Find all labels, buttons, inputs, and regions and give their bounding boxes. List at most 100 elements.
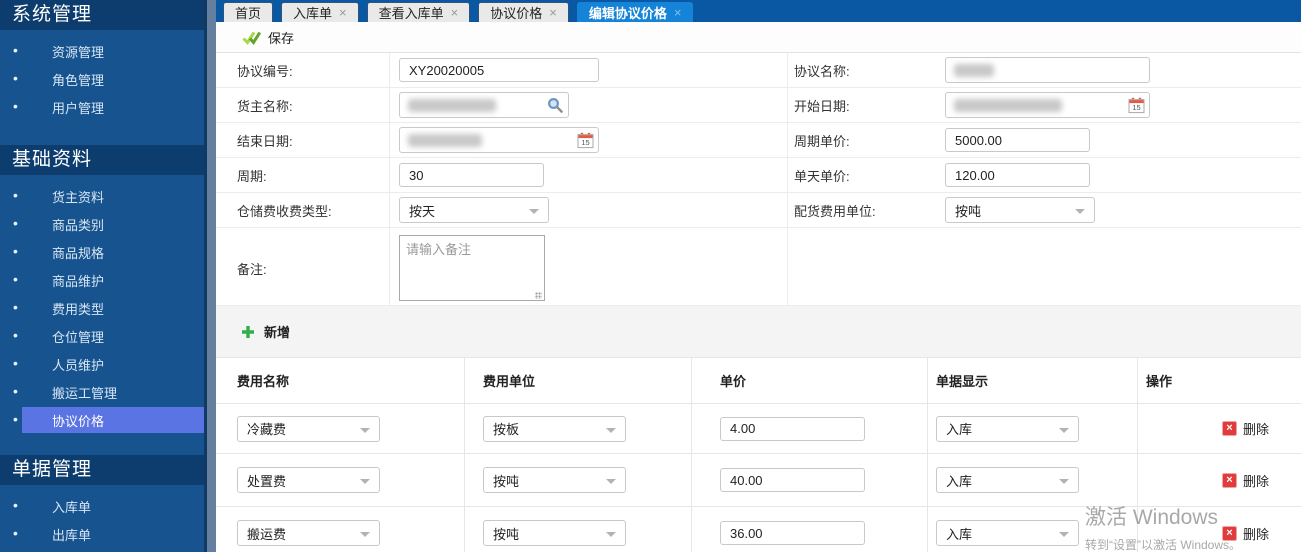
- sidebar-item-goods-maintain[interactable]: •商品维护: [0, 267, 204, 295]
- agreement-no-input[interactable]: [399, 58, 599, 82]
- cycle-label: 周期:: [216, 158, 390, 192]
- agreement-name-input[interactable]: [945, 57, 1150, 83]
- chevron-down-icon: [1059, 479, 1069, 484]
- price-input[interactable]: [720, 468, 865, 492]
- distribution-fee-unit-select[interactable]: 按吨: [945, 197, 1095, 223]
- bullet-icon: •: [13, 243, 18, 259]
- tab-view-inbound-order[interactable]: 查看入库单×: [367, 2, 471, 22]
- chevron-down-icon: [606, 428, 616, 433]
- svg-text:15: 15: [1132, 103, 1140, 112]
- sidebar-item-outbound-order[interactable]: •出库单: [0, 521, 204, 549]
- tab-bar: 首页 入库单× 查看入库单× 协议价格× 编辑协议价格×: [216, 0, 1301, 22]
- chevron-down-icon: [606, 479, 616, 484]
- close-icon[interactable]: ×: [339, 6, 347, 19]
- start-date-label: 开始日期:: [788, 88, 945, 122]
- doc-display-select[interactable]: 入库: [936, 520, 1079, 546]
- bullet-icon: •: [13, 215, 18, 231]
- fee-name-select[interactable]: 冷藏费: [237, 416, 380, 442]
- fee-name-select[interactable]: 处置费: [237, 467, 380, 493]
- fee-unit-select[interactable]: 按吨: [483, 467, 626, 493]
- end-date-input[interactable]: 15: [399, 127, 599, 153]
- tab-agreement-price[interactable]: 协议价格×: [478, 2, 569, 22]
- search-icon[interactable]: [547, 97, 564, 114]
- chevron-down-icon: [1075, 209, 1085, 214]
- delete-x-icon: ×: [1222, 421, 1237, 436]
- sidebar-item-fee-type[interactable]: •费用类型: [0, 295, 204, 323]
- delete-x-icon: ×: [1222, 473, 1237, 488]
- sidebar-section-doc-mgmt[interactable]: 单据管理: [0, 455, 204, 485]
- sidebar-section-system[interactable]: 系统管理: [0, 0, 204, 30]
- col-fee-name: 费用名称: [216, 358, 465, 403]
- main-content: 首页 入库单× 查看入库单× 协议价格× 编辑协议价格× 保存 协议编号: 协议…: [216, 0, 1301, 552]
- tab-home[interactable]: 首页: [223, 2, 273, 22]
- agreement-name-label: 协议名称:: [788, 53, 945, 87]
- col-doc-display: 单据显示: [928, 358, 1138, 403]
- bullet-icon: •: [13, 98, 18, 114]
- close-icon[interactable]: ×: [549, 6, 557, 19]
- sidebar-item-goods-category[interactable]: •商品类别: [0, 211, 204, 239]
- owner-name-label: 货主名称:: [216, 88, 390, 122]
- fee-table-row: 搬运费 按吨 入库 ×删除: [216, 507, 1301, 552]
- delete-button[interactable]: ×删除: [1222, 471, 1269, 490]
- close-icon[interactable]: ×: [451, 6, 459, 19]
- price-input[interactable]: [720, 417, 865, 441]
- bullet-icon: •: [13, 271, 18, 287]
- start-date-input[interactable]: 15: [945, 92, 1150, 118]
- storage-fee-type-label: 仓储费收费类型:: [216, 193, 390, 227]
- fee-unit-select[interactable]: 按吨: [483, 520, 626, 546]
- owner-name-input[interactable]: [399, 92, 569, 118]
- double-check-icon: [242, 30, 261, 45]
- sidebar-section-basic-data[interactable]: 基础资料: [0, 145, 204, 175]
- fee-table-row: 处置费 按吨 入库 ×删除: [216, 454, 1301, 507]
- col-fee-unit: 费用单位: [465, 358, 692, 403]
- bullet-icon: •: [13, 411, 18, 427]
- sidebar-item-bin-mgmt[interactable]: •仓位管理: [0, 323, 204, 351]
- bullet-icon: •: [13, 383, 18, 399]
- day-price-input[interactable]: [945, 163, 1090, 187]
- bullet-icon: •: [13, 42, 18, 58]
- tab-inbound-order[interactable]: 入库单×: [281, 2, 359, 22]
- tab-edit-agreement-price[interactable]: 编辑协议价格×: [577, 2, 694, 22]
- sidebar-item-inbound-order[interactable]: •入库单: [0, 493, 204, 521]
- close-icon[interactable]: ×: [674, 6, 682, 19]
- toolbar: 保存: [216, 22, 1301, 53]
- sidebar-item-personnel[interactable]: •人员维护: [0, 351, 204, 379]
- storage-fee-type-select[interactable]: 按天: [399, 197, 549, 223]
- col-price: 单价: [692, 358, 928, 403]
- sidebar-item-role-mgmt[interactable]: •角色管理: [0, 66, 204, 94]
- cycle-price-input[interactable]: [945, 128, 1090, 152]
- fee-table-header: 费用名称 费用单位 单价 单据显示 操作: [216, 358, 1301, 404]
- cycle-price-label: 周期单价:: [788, 123, 945, 157]
- delete-button[interactable]: ×删除: [1222, 524, 1269, 543]
- doc-display-select[interactable]: 入库: [936, 467, 1079, 493]
- sidebar-item-porter-mgmt[interactable]: •搬运工管理: [0, 379, 204, 407]
- col-actions: 操作: [1138, 358, 1301, 403]
- bullet-icon: •: [13, 70, 18, 86]
- calendar-icon[interactable]: 15: [577, 132, 594, 149]
- sidebar-item-resource-mgmt[interactable]: •资源管理: [0, 38, 204, 66]
- add-fee-button[interactable]: 新增: [241, 322, 290, 341]
- fee-name-select[interactable]: 搬运费: [237, 520, 380, 546]
- chevron-down-icon: [529, 209, 539, 214]
- fee-table: 费用名称 费用单位 单价 单据显示 操作 冷藏费 按板 入库 ×删除 处置费 按…: [216, 358, 1301, 552]
- delete-button[interactable]: ×删除: [1222, 419, 1269, 438]
- doc-display-select[interactable]: 入库: [936, 416, 1079, 442]
- fee-unit-select[interactable]: 按板: [483, 416, 626, 442]
- chevron-down-icon: [360, 532, 370, 537]
- sidebar-item-user-mgmt[interactable]: •用户管理: [0, 94, 204, 122]
- bullet-icon: •: [13, 327, 18, 343]
- sidebar: 系统管理 •资源管理 •角色管理 •用户管理 基础资料 •货主资料 •商品类别 …: [0, 0, 204, 552]
- bullet-icon: •: [13, 187, 18, 203]
- fee-table-toolbar: 新增: [216, 306, 1301, 358]
- cycle-input[interactable]: [399, 163, 544, 187]
- sidebar-item-goods-spec[interactable]: •商品规格: [0, 239, 204, 267]
- sidebar-item-owner-data[interactable]: •货主资料: [0, 183, 204, 211]
- price-input[interactable]: [720, 521, 865, 545]
- calendar-icon[interactable]: 15: [1128, 97, 1145, 114]
- remark-textarea[interactable]: [399, 235, 545, 301]
- sidebar-splitter[interactable]: [204, 0, 216, 552]
- sidebar-item-agreement-price[interactable]: •协议价格: [0, 407, 204, 435]
- redacted-value: [408, 99, 496, 112]
- save-button[interactable]: 保存: [242, 28, 294, 47]
- end-date-label: 结束日期:: [216, 123, 390, 157]
